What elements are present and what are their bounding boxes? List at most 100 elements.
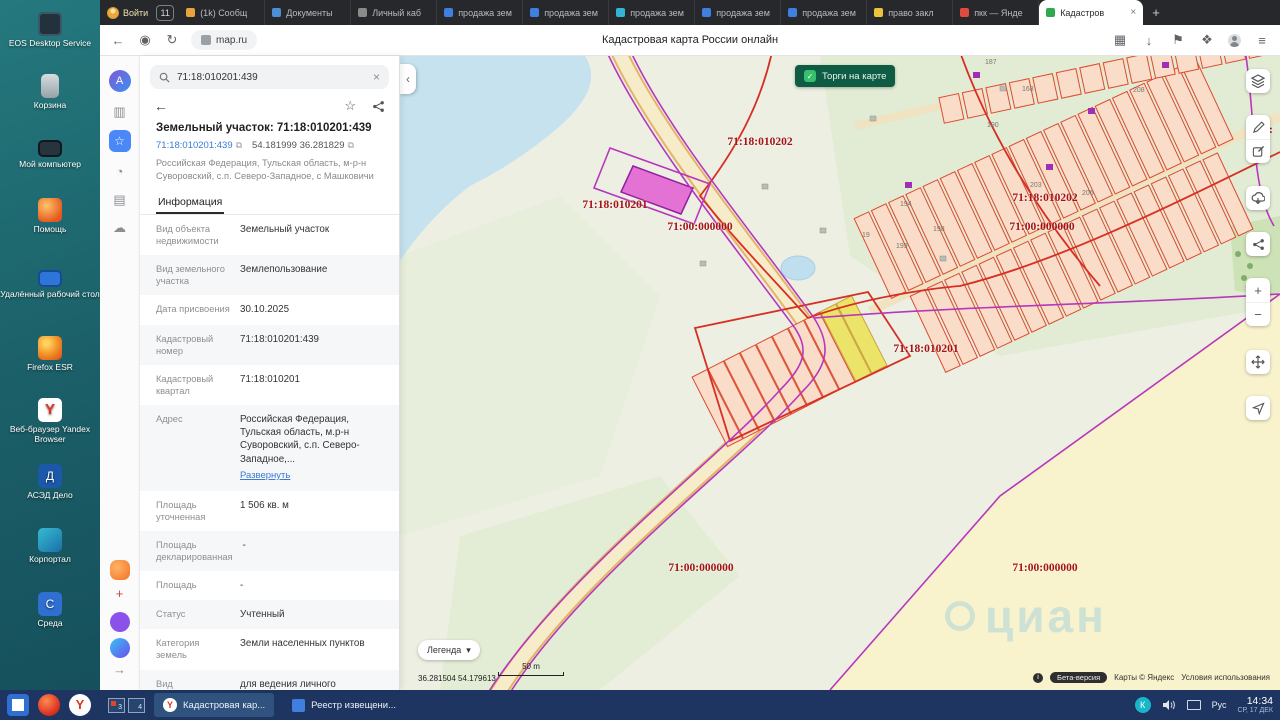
info-icon[interactable]: i [1033, 672, 1044, 683]
volume-icon[interactable] [1162, 699, 1176, 711]
tab-counter[interactable]: 11 [156, 4, 175, 21]
panel-collapse-button[interactable]: ‹ [400, 64, 416, 94]
download-map-button[interactable] [1246, 186, 1270, 210]
desktop-icon-computer[interactable]: Мой компьютер [0, 136, 100, 170]
menu-icon[interactable]: ≡ [1254, 33, 1270, 48]
back-icon[interactable]: ← [110, 33, 126, 48]
tabs-panel-icon[interactable]: ▤ [113, 192, 125, 208]
tab-land-sale-3[interactable]: продажа зем [609, 0, 696, 25]
search-field[interactable]: 71:18:010201:439 × [150, 65, 389, 89]
cadastral-number-chip[interactable]: 71:18:010201:439 ⧉ [156, 140, 242, 151]
desktop-cell-3[interactable]: 3 [108, 697, 125, 713]
panels-icon[interactable]: ▥ [113, 104, 125, 120]
panel-actions: ← ☆ [140, 91, 399, 119]
tab-land-sale-2[interactable]: продажа зем [523, 0, 610, 25]
tab-favicon [186, 8, 196, 17]
search-input[interactable]: 71:18:010201:439 [177, 72, 366, 83]
taskbar-window-cadastral[interactable]: Y Кадастровая кар... [154, 693, 275, 717]
sidebar-collapse-icon[interactable]: → [113, 662, 126, 677]
beta-badge[interactable]: Бета-версия [1050, 672, 1108, 683]
coordinates-chip[interactable]: 54.181999 36.281829 ⧉ [252, 140, 354, 151]
taskbar-yandex-icon[interactable]: Y [69, 694, 91, 716]
ruler-button[interactable] [1246, 115, 1270, 139]
tab-land-sale-4[interactable]: продажа зем [695, 0, 782, 25]
downloads-icon[interactable]: ↓ [1141, 33, 1157, 48]
browser-login-button[interactable]: Войти [100, 0, 155, 25]
profile-icon[interactable] [1228, 33, 1241, 47]
parcel-number: 190 [987, 122, 999, 129]
start-button[interactable] [7, 694, 29, 716]
share-map-button[interactable] [1246, 232, 1270, 256]
tiles-icon[interactable]: ▦ [1112, 32, 1128, 48]
map-canvas [400, 56, 1280, 690]
quarter-label: 71:00:000000 [667, 221, 733, 233]
protect-icon[interactable]: ◉ [137, 32, 153, 48]
terms-link[interactable]: Условия использования [1181, 673, 1270, 682]
torgi-button[interactable]: ✓ Торги на карте [795, 65, 896, 87]
cloud-icon[interactable]: ☁ [113, 220, 126, 236]
quarter-label: 71:00:000000 [1012, 562, 1078, 574]
info-row: Вид разрешенногодля ведения личного [140, 669, 399, 690]
desktop-icon-help[interactable]: Помощь [0, 198, 100, 235]
desktop-icon-yandex-browser[interactable]: Y Веб-браузер Yandex Browser [0, 398, 100, 445]
desktop-icon-rdp[interactable]: Удалённый рабочий стол [0, 266, 100, 300]
desktop-icon-sreda[interactable]: С Среда [0, 592, 100, 629]
desktop-icon-firefox[interactable]: Firefox ESR [0, 336, 100, 373]
desktop-icon-korportal[interactable]: Корпортал [0, 528, 100, 565]
services-icon[interactable] [109, 560, 130, 580]
tab-land-sale-1[interactable]: продажа зем [437, 0, 524, 25]
taskbar-window-registry[interactable]: Реестр извещени... [283, 693, 405, 717]
firefox-icon [38, 336, 62, 360]
scale-line [498, 672, 564, 676]
keyboard-layout[interactable]: Рус [1212, 700, 1227, 710]
tray-k-badge[interactable]: К [1134, 696, 1151, 713]
panel-back-icon[interactable]: ← [154, 98, 168, 114]
parcel-number: 187 [985, 59, 997, 66]
reload-icon[interactable]: ↻ [164, 32, 180, 48]
tab-close-icon[interactable]: × [1130, 7, 1136, 18]
address-bar[interactable]: map.ru [191, 30, 258, 50]
add-icon[interactable]: + [116, 586, 124, 601]
zoom-out-button[interactable]: − [1246, 302, 1270, 326]
sidebar-avatar[interactable]: А [108, 70, 131, 92]
tab-pkk-yandex[interactable]: пкк — Янде [953, 0, 1040, 25]
map-copyright: Карты © Яндекс [1114, 673, 1175, 682]
tab-land-sale-5[interactable]: продажа зем [781, 0, 868, 25]
bookmarks-icon[interactable]: ⚑ [1170, 32, 1186, 48]
desktop-icon-trash[interactable]: Корзина [0, 74, 100, 111]
favorite-star-icon[interactable]: ☆ [344, 98, 356, 114]
expand-link[interactable]: Развернуть [240, 470, 387, 483]
tab-right-conclusion[interactable]: право закл [867, 0, 954, 25]
zoom-in-button[interactable]: + [1246, 278, 1270, 302]
tab-personal-cabinet[interactable]: Личный каб [351, 0, 438, 25]
layers-button[interactable] [1246, 69, 1270, 93]
pan-mode-button[interactable] [1246, 350, 1270, 374]
tab-information[interactable]: Информация [156, 191, 225, 215]
desktop-icon-eos[interactable]: EOS Desktop Service [0, 12, 100, 49]
messenger-icon[interactable] [109, 612, 130, 632]
display-icon[interactable] [1186, 699, 1201, 710]
my-location-button[interactable] [1246, 396, 1270, 420]
legend-button[interactable]: Легенда ▾ [418, 640, 480, 660]
desktop-icon-delo[interactable]: Д АСЭД Дело [0, 464, 100, 501]
clock[interactable]: 14:34 СР, 17 ДЕК [1237, 695, 1273, 715]
copy-icon[interactable]: ⧉ [236, 140, 242, 151]
desktop-cell-4[interactable]: 4 [128, 697, 145, 713]
extensions-icon[interactable]: ❖ [1199, 32, 1215, 48]
copy-icon[interactable]: ⧉ [348, 140, 354, 151]
tab-favicon [960, 8, 970, 17]
share-icon[interactable] [372, 100, 385, 113]
browser-content: А ▥ ☆ ◔ ▤ ☁ + → 71:18:010201:439 × ← ☆ З… [100, 56, 1280, 690]
clear-search-icon[interactable]: × [373, 70, 380, 84]
tab-cadastral-map-active[interactable]: Кадастров × [1039, 0, 1144, 25]
taskbar-app-icon[interactable] [38, 694, 60, 716]
tab-documents[interactable]: Документы [265, 0, 352, 25]
tab-messages[interactable]: (1k) Сообщ [179, 0, 266, 25]
registry-favicon [292, 698, 306, 712]
edit-button[interactable] [1246, 139, 1270, 163]
alice-icon[interactable] [109, 638, 130, 658]
history-icon[interactable]: ◔ [116, 164, 124, 179]
cadastral-map[interactable]: 71:18:010202 71:18:010201 71:00:000000 7… [400, 56, 1280, 690]
new-tab-button[interactable]: + [1143, 5, 1169, 20]
favorites-star-icon[interactable]: ☆ [108, 130, 131, 152]
